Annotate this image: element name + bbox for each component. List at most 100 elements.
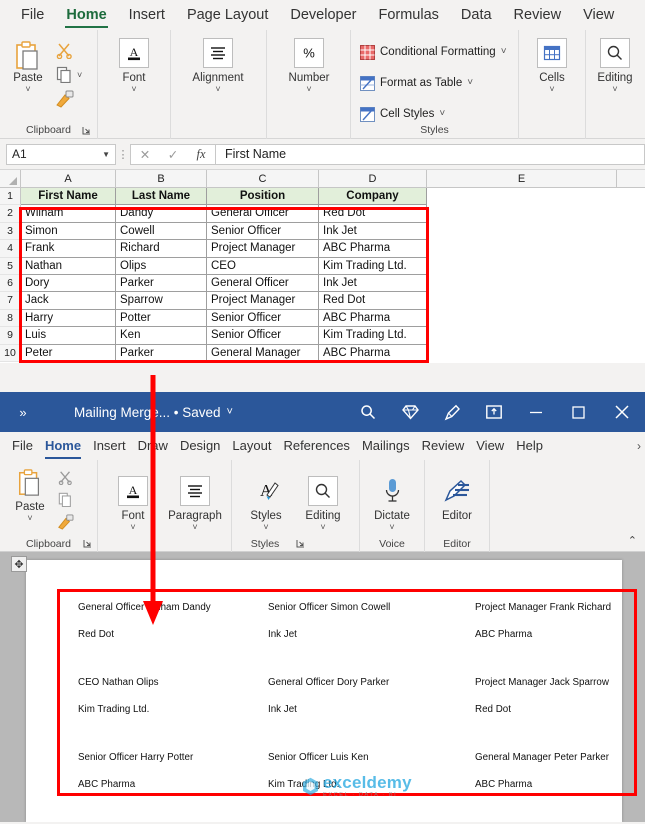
copy-icon[interactable] — [56, 66, 73, 83]
word-paste-button[interactable]: Paste ˅ — [8, 468, 52, 523]
cut-icon[interactable] — [58, 470, 73, 485]
table-cell[interactable]: Richard — [116, 240, 207, 258]
word-editing-chevron-down-icon[interactable]: ˅ — [320, 523, 325, 532]
format-as-table-button[interactable]: Format as Table ˅ — [360, 71, 507, 95]
cell-styles-chevron-down-icon[interactable]: ˅ — [439, 109, 445, 119]
merge-record-block[interactable]: Project Manager Frank Richard ABC Pharma — [475, 602, 611, 640]
format-painter-icon[interactable] — [54, 90, 74, 108]
table-cell[interactable]: Ink Jet — [319, 222, 427, 241]
word-paragraph-chevron-down-icon[interactable]: ˅ — [192, 523, 197, 532]
column-header-d[interactable]: D — [319, 170, 427, 187]
number-button[interactable]: % Number ˅ — [280, 30, 338, 94]
paste-chevron-down-icon[interactable]: ˅ — [25, 85, 30, 94]
pen-icon[interactable] — [431, 404, 473, 421]
table-cell[interactable]: Red Dot — [319, 292, 427, 310]
conditional-formatting-chevron-down-icon[interactable]: ˅ — [501, 47, 507, 57]
table-cell[interactable]: Wilham — [21, 205, 116, 223]
close-icon[interactable] — [599, 405, 645, 419]
excel-tab-data[interactable]: Data — [450, 0, 503, 30]
excel-tab-formulas[interactable]: Formulas — [367, 0, 449, 30]
table-header-cell[interactable]: First Name — [21, 188, 116, 206]
row-header[interactable]: 7 — [0, 292, 21, 310]
column-header-c[interactable]: C — [207, 170, 319, 187]
excel-tab-review[interactable]: Review — [503, 0, 573, 30]
column-header-f[interactable] — [617, 170, 645, 187]
cells-chevron-down-icon[interactable]: ˅ — [549, 85, 554, 94]
ribbon-display-icon[interactable] — [473, 405, 515, 419]
excel-tab-insert[interactable]: Insert — [118, 0, 176, 30]
table-cell[interactable]: Senior Officer — [207, 309, 319, 328]
row-header[interactable]: 9 — [0, 327, 21, 345]
word-tab-review[interactable]: Review — [416, 432, 471, 460]
empty-cell[interactable] — [427, 258, 645, 275]
word-font-chevron-down-icon[interactable]: ˅ — [130, 523, 135, 532]
table-cell[interactable]: Parker — [116, 274, 207, 293]
word-clipboard-dialog-launcher-icon[interactable] — [83, 539, 92, 548]
table-cell[interactable]: Jack — [21, 292, 116, 310]
table-cell[interactable]: Simon — [21, 222, 116, 241]
table-cell[interactable]: Senior Officer — [207, 327, 319, 345]
merge-record-block[interactable]: Senior Officer Harry Potter ABC Pharma — [78, 752, 193, 790]
word-paragraph-button[interactable]: Paragraph ˅ — [162, 468, 228, 532]
cut-icon[interactable] — [56, 42, 73, 59]
empty-cell[interactable] — [427, 310, 645, 327]
empty-cell[interactable] — [427, 345, 645, 362]
search-icon[interactable] — [347, 404, 389, 420]
row-header[interactable]: 3 — [0, 222, 21, 241]
table-cell[interactable]: Olips — [116, 257, 207, 275]
word-tab-design[interactable]: Design — [174, 432, 226, 460]
table-cell[interactable]: Kim Trading Ltd. — [319, 257, 427, 275]
empty-cell[interactable] — [427, 205, 645, 222]
merge-record-block[interactable]: General Officer Wilham Dandy Red Dot — [78, 602, 211, 640]
saved-chevron-down-icon[interactable]: ˅ — [227, 406, 233, 418]
merge-record-block[interactable]: Project Manager Jack Sparrow Red Dot — [475, 677, 609, 715]
empty-cell[interactable] — [427, 223, 645, 240]
clipboard-dialog-launcher-icon[interactable] — [82, 126, 91, 135]
table-cell[interactable]: Nathan — [21, 257, 116, 275]
table-cell[interactable]: Sparrow — [116, 292, 207, 310]
table-cell[interactable]: Dandy — [116, 205, 207, 223]
formula-bar-more-icon[interactable]: ⋮ — [116, 148, 130, 161]
format-as-table-chevron-down-icon[interactable]: ˅ — [467, 78, 473, 88]
table-cell[interactable]: Cowell — [116, 222, 207, 241]
empty-cell[interactable] — [427, 292, 645, 309]
word-tab-draw[interactable]: Draw — [132, 432, 174, 460]
word-styles-button[interactable]: A Styles ˅ — [237, 468, 295, 532]
word-font-button[interactable]: A Font ˅ — [104, 468, 162, 532]
merge-record-block[interactable]: General Officer Dory Parker Ink Jet — [268, 677, 389, 715]
word-styles-chevron-down-icon[interactable]: ˅ — [263, 523, 268, 532]
empty-cell[interactable] — [427, 327, 645, 344]
cells-button[interactable]: Cells ˅ — [523, 30, 581, 94]
word-page[interactable]: General Officer Wilham Dandy Red Dot Senio… — [26, 560, 637, 822]
empty-cell[interactable] — [427, 188, 645, 205]
table-cell[interactable]: Frank — [21, 240, 116, 258]
row-header[interactable]: 8 — [0, 309, 21, 328]
conditional-formatting-button[interactable]: Conditional Formatting ˅ — [360, 40, 507, 64]
diamond-icon[interactable] — [389, 404, 431, 420]
excel-tab-page-layout[interactable]: Page Layout — [176, 0, 279, 30]
table-cell[interactable]: ABC Pharma — [319, 344, 427, 362]
maximize-icon[interactable] — [557, 405, 599, 419]
formula-input[interactable]: First Name — [216, 143, 645, 165]
table-cell[interactable]: Senior Officer — [207, 222, 319, 241]
minimize-icon[interactable] — [515, 406, 557, 418]
word-tab-layout[interactable]: Layout — [226, 432, 277, 460]
cell-styles-button[interactable]: Cell Styles ˅ — [360, 102, 507, 126]
font-chevron-down-icon[interactable]: ˅ — [131, 85, 136, 94]
table-cell[interactable]: Potter — [116, 309, 207, 328]
column-header-e[interactable]: E — [427, 170, 617, 187]
empty-cell[interactable] — [427, 275, 645, 292]
table-cell[interactable]: General Officer — [207, 274, 319, 293]
table-cell[interactable]: Kim Trading Ltd. — [319, 327, 427, 345]
excel-tab-file[interactable]: File — [10, 0, 55, 30]
table-header-cell[interactable]: Company — [319, 188, 427, 206]
copy-chevron-down-icon[interactable]: ˅ — [77, 70, 82, 80]
table-cell[interactable]: ABC Pharma — [319, 309, 427, 328]
collapse-ribbon-icon[interactable]: ⌃ — [628, 534, 637, 547]
merge-record-block[interactable]: Senior Officer Simon Cowell Ink Jet — [268, 602, 390, 640]
copy-icon[interactable] — [58, 492, 73, 507]
excel-tab-view[interactable]: View — [572, 0, 625, 30]
font-button[interactable]: A Font ˅ — [105, 30, 163, 94]
row-header[interactable]: 10 — [0, 344, 21, 362]
table-cell[interactable]: Parker — [116, 344, 207, 362]
